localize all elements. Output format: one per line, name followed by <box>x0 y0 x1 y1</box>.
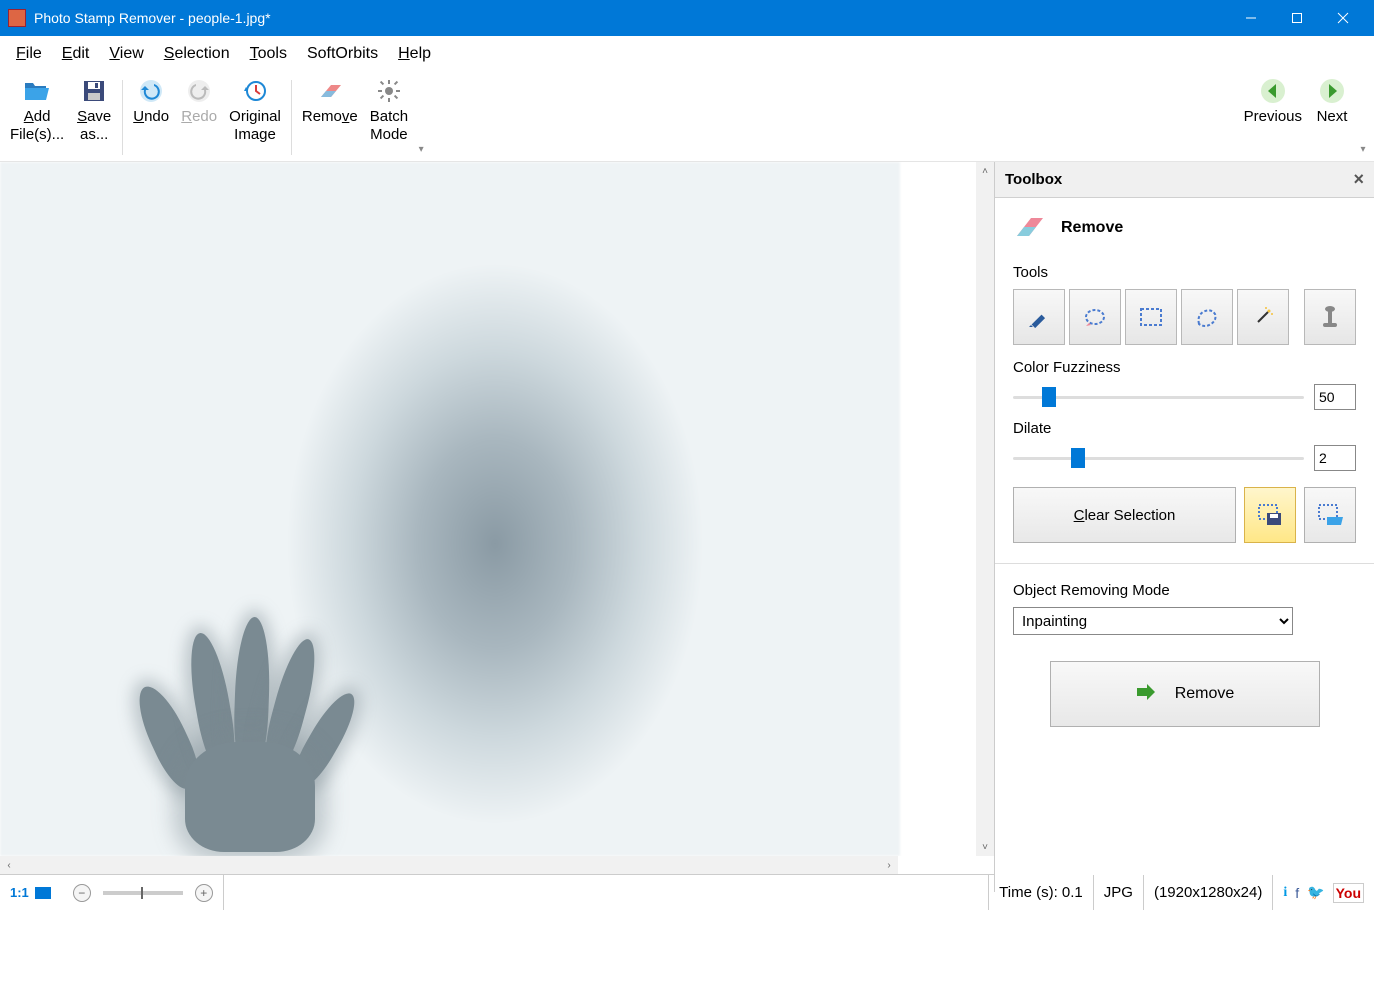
toolbox-section-title: Remove <box>1061 219 1123 237</box>
tool-magic-wand[interactable] <box>1237 289 1289 345</box>
dilate-slider[interactable] <box>1013 448 1304 468</box>
clear-selection-button[interactable]: Clear Selection <box>1013 487 1236 543</box>
scroll-right-icon[interactable]: › <box>880 860 898 871</box>
remove-button[interactable]: Remove <box>296 74 364 161</box>
image-content-hand <box>140 592 340 852</box>
save-as-button[interactable]: Saveas... <box>70 74 118 161</box>
toolbox-close-icon[interactable]: × <box>1353 169 1364 190</box>
tools-label: Tools <box>1013 264 1356 281</box>
arrow-left-icon <box>1260 78 1286 104</box>
maximize-button[interactable] <box>1274 0 1320 36</box>
color-fuzziness-label: Color Fuzziness <box>1013 359 1356 376</box>
image-canvas[interactable] <box>0 162 976 856</box>
color-fuzziness-slider[interactable] <box>1013 387 1304 407</box>
info-icon[interactable]: i <box>1283 885 1287 901</box>
save-selection-button[interactable] <box>1244 487 1296 543</box>
toolbox-title: Toolbox <box>1005 171 1062 188</box>
next-button[interactable]: Next <box>1308 74 1356 161</box>
menu-file[interactable]: File <box>6 41 52 67</box>
app-icon <box>8 9 26 27</box>
redo-button[interactable]: Redo <box>175 74 223 161</box>
history-icon <box>242 78 268 104</box>
gear-icon <box>376 78 402 104</box>
folder-open-icon <box>24 78 50 104</box>
status-dimensions: (1920x1280x24) <box>1144 875 1273 910</box>
tool-rect-select[interactable] <box>1125 289 1177 345</box>
status-format: JPG <box>1094 875 1144 910</box>
eraser-icon <box>317 78 343 104</box>
tool-clone-stamp[interactable] <box>1304 289 1356 345</box>
zoom-fit-button[interactable] <box>35 887 51 899</box>
undo-button[interactable]: Undo <box>127 74 175 161</box>
vertical-scrollbar[interactable]: ˄ ˅ <box>976 162 994 856</box>
redo-icon <box>186 78 212 104</box>
zoom-out-button[interactable]: − <box>73 884 91 902</box>
arrow-right-icon <box>1319 78 1345 104</box>
mode-label: Object Removing Mode <box>1013 582 1356 599</box>
remove-action-button[interactable]: Remove <box>1050 661 1320 727</box>
tool-freehand-select[interactable] <box>1069 289 1121 345</box>
menu-tools[interactable]: Tools <box>240 41 297 67</box>
tool-marker[interactable] <box>1013 289 1065 345</box>
toolbar: AddFile(s)... Saveas... Undo Redo Origin… <box>0 72 1374 162</box>
toolbar-overflow-right[interactable]: ▾ <box>1356 74 1370 161</box>
menu-view[interactable]: View <box>99 41 153 67</box>
menu-help[interactable]: Help <box>388 41 441 67</box>
twitter-icon[interactable]: 🐦 <box>1307 884 1324 901</box>
tool-color-select[interactable] <box>1181 289 1233 345</box>
color-fuzziness-input[interactable] <box>1314 384 1356 410</box>
zoom-slider[interactable] <box>103 891 183 895</box>
save-icon <box>81 78 107 104</box>
horizontal-scrollbar[interactable]: ‹ › <box>0 856 898 874</box>
eraser-large-icon <box>1013 212 1045 244</box>
arrow-right-green-icon <box>1135 682 1157 707</box>
zoom-in-button[interactable]: + <box>195 884 213 902</box>
mode-select[interactable]: Inpainting <box>1013 607 1293 635</box>
undo-icon <box>138 78 164 104</box>
close-button[interactable] <box>1320 0 1366 36</box>
menu-softorbits[interactable]: SoftOrbits <box>297 41 388 67</box>
titlebar: Photo Stamp Remover - people-1.jpg* <box>0 0 1374 36</box>
window-title: Photo Stamp Remover - people-1.jpg* <box>34 10 1228 26</box>
facebook-icon[interactable]: f <box>1295 885 1299 901</box>
status-time: Time (s): 0.1 <box>989 875 1094 910</box>
dilate-label: Dilate <box>1013 420 1356 437</box>
add-files-button[interactable]: AddFile(s)... <box>4 74 70 161</box>
load-selection-button[interactable] <box>1304 487 1356 543</box>
scroll-up-icon[interactable]: ˄ <box>976 162 994 180</box>
toolbar-overflow[interactable]: ▾ <box>414 74 428 161</box>
zoom-1-1-button[interactable]: 1:1 <box>10 885 29 900</box>
youtube-icon[interactable]: You <box>1333 883 1364 903</box>
toolbox-panel: Toolbox × Remove Tools Color Fuzziness <box>994 162 1374 892</box>
scroll-down-icon[interactable]: ˅ <box>976 838 994 856</box>
menu-edit[interactable]: Edit <box>52 41 100 67</box>
menubar: File Edit View Selection Tools SoftOrbit… <box>0 36 1374 72</box>
minimize-button[interactable] <box>1228 0 1274 36</box>
previous-button[interactable]: Previous <box>1238 74 1308 161</box>
image-preview <box>0 162 900 856</box>
batch-mode-button[interactable]: Batch Mode <box>364 74 414 161</box>
dilate-input[interactable] <box>1314 445 1356 471</box>
scroll-left-icon[interactable]: ‹ <box>0 860 18 871</box>
statusbar: 1:1 − + Time (s): 0.1 JPG (1920x1280x24)… <box>0 874 1374 910</box>
menu-selection[interactable]: Selection <box>154 41 240 67</box>
original-image-button[interactable]: Original Image <box>223 74 287 161</box>
zoom-controls: 1:1 − + <box>0 875 224 910</box>
